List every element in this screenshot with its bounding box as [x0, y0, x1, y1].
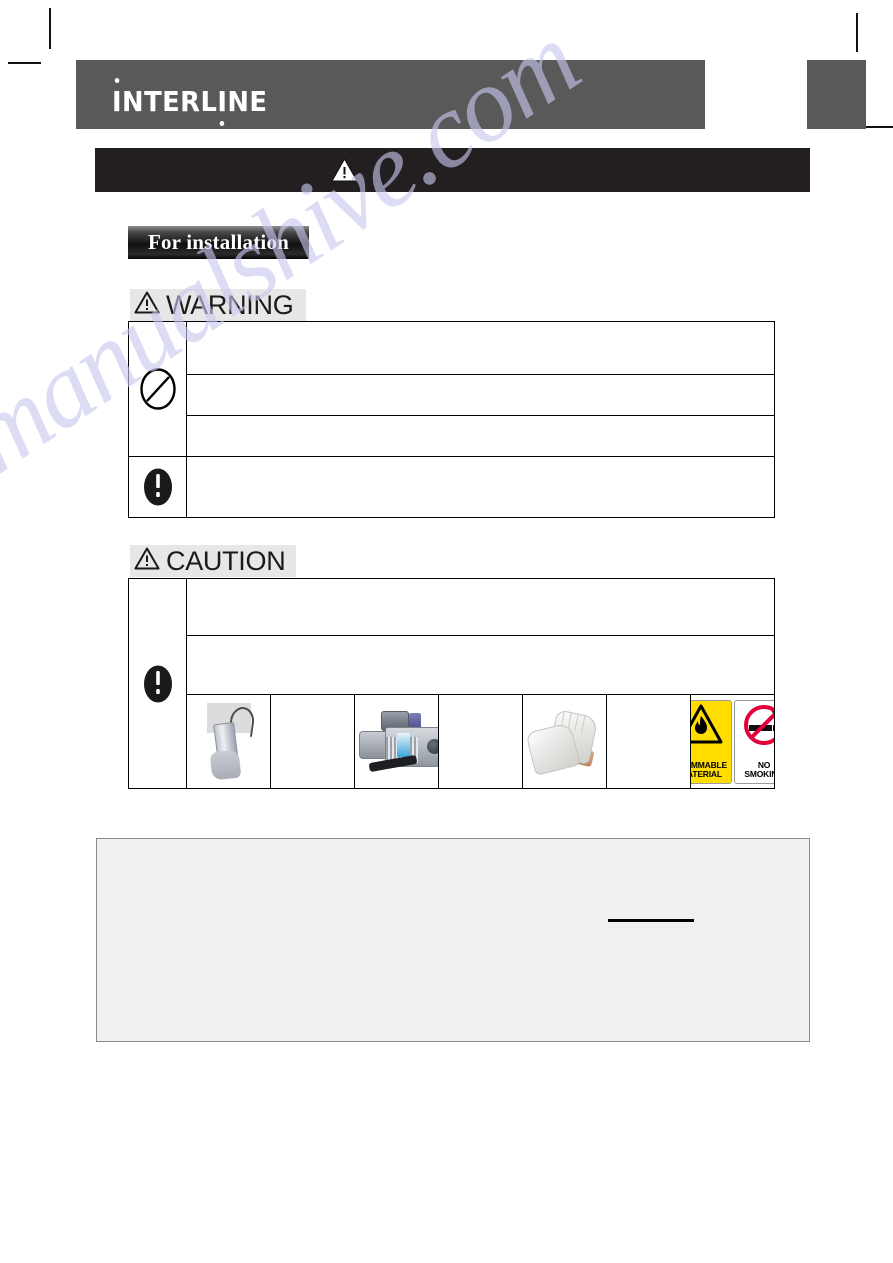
- caution-note-cell-2: [186, 635, 775, 695]
- work-gloves-image: [522, 694, 607, 789]
- caution-table: FLAMMABLE MATERIAL: [128, 578, 775, 789]
- no-smoking-sign-caption: NO SMOKING: [744, 759, 773, 779]
- note-panel-rule: [608, 919, 694, 922]
- safety-signs-image: FLAMMABLE MATERIAL: [690, 694, 775, 789]
- no-smoking-sign: NO SMOKING: [733, 699, 774, 784]
- mandatory-symbol-cell: [128, 456, 187, 518]
- page-canvas: INTERLINE For installation WARNING CAUTI…: [0, 0, 893, 1263]
- blank-cell: [606, 694, 691, 789]
- warning-label: WARNING: [166, 289, 294, 320]
- warning-note-cell-3: [186, 415, 775, 457]
- warning-note-cell-2: [186, 374, 775, 416]
- blank-cell: [438, 694, 523, 789]
- tool-image-row: FLAMMABLE MATERIAL: [129, 694, 775, 789]
- warning-triangle-icon: [134, 547, 160, 575]
- table-row: [128, 456, 775, 518]
- mandatory-icon: [129, 663, 186, 705]
- table-row: [129, 374, 775, 416]
- table-row: [128, 321, 775, 457]
- table-row: [129, 635, 775, 695]
- blank-cell: [270, 694, 355, 789]
- caution-heading: CAUTION: [130, 545, 296, 577]
- section-label-plaque: For installation: [128, 226, 309, 259]
- mandatory-icon: [129, 466, 186, 508]
- table-row: [129, 415, 775, 457]
- warning-note-cell-4: [186, 456, 775, 518]
- prohibition-icon: [129, 367, 186, 411]
- warning-heading: WARNING: [130, 289, 306, 321]
- page-title-banner: [95, 148, 810, 192]
- prohibition-symbol-cell: [128, 321, 187, 457]
- crop-mark-top-left-vertical: [49, 8, 51, 49]
- leak-detector-image: [186, 694, 271, 789]
- crop-mark-top-right-horizontal: [866, 126, 893, 128]
- mandatory-symbol-cell: [128, 578, 187, 789]
- warning-triangle-icon: [331, 158, 358, 187]
- flammable-sign-caption: FLAMMABLE MATERIAL: [690, 759, 728, 779]
- no-smoking-icon: [741, 704, 774, 749]
- warning-table: [128, 321, 775, 518]
- table-row: [128, 578, 775, 789]
- vacuum-pump-illustration: [356, 709, 438, 775]
- work-gloves-illustration: [524, 708, 606, 776]
- flammable-icon: [691, 704, 724, 749]
- warning-triangle-icon: [134, 291, 160, 319]
- brand-logo: INTERLINE: [112, 78, 268, 126]
- vacuum-pump-image: [354, 694, 439, 789]
- caution-note-cell-1: [186, 578, 775, 636]
- leak-detector-illustration: [206, 702, 256, 781]
- safety-signs-pair: FLAMMABLE MATERIAL: [690, 699, 774, 784]
- masthead-notch: [705, 60, 807, 130]
- crop-mark-top-right-vertical: [856, 13, 858, 52]
- note-panel: [96, 838, 810, 1042]
- crop-mark-top-left-horizontal: [8, 62, 41, 64]
- warning-note-cell-1: [186, 321, 775, 375]
- flammable-material-sign: FLAMMABLE MATERIAL: [690, 699, 732, 784]
- caution-label: CAUTION: [166, 545, 286, 576]
